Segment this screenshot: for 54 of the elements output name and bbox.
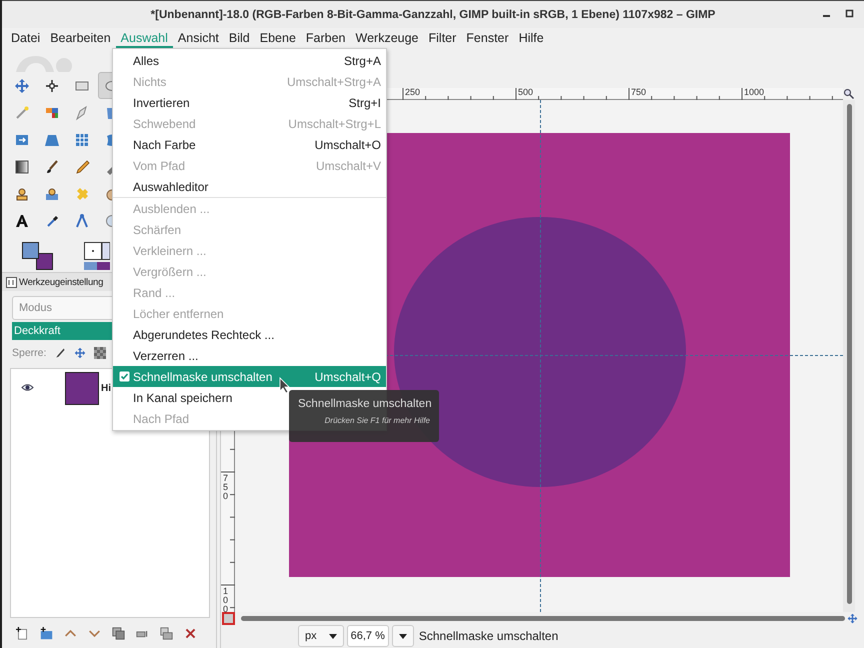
- ruler-label: 750: [223, 474, 230, 501]
- caret-icon: [328, 634, 337, 638]
- cursor-icon: [279, 377, 291, 394]
- window-title: *[Unbenannt]-18.0 (RGB-Farben 8-Bit-Gamma-Ganzzahl, GIMP built-in sRGB, 1 Ebene) 1107x982 – GIMP: [150, 8, 716, 20]
- status-message: Schnellmaske umschalten: [418, 629, 558, 643]
- vertical-scrollbar[interactable]: [843, 100, 855, 612]
- zoom-dropdown[interactable]: [392, 625, 414, 647]
- zoom-field[interactable]: 66,7 %: [346, 625, 389, 647]
- horizontal-scrollbar[interactable]: [241, 616, 845, 620]
- brush-icon[interactable]: [54, 347, 66, 359]
- tool-options-icon: [6, 276, 17, 288]
- menu-item[interactable]: Verzerren ...: [113, 345, 386, 366]
- menu-item[interactable]: Filter: [424, 28, 462, 48]
- color-swatches[interactable]: [22, 242, 54, 270]
- ruler-label: 750: [631, 87, 646, 97]
- ruler-label: 250: [405, 87, 420, 97]
- ruler-label: 1000: [744, 87, 764, 97]
- quick-mask-toggle[interactable]: [222, 612, 235, 624]
- brush-pattern-drawing: [84, 242, 110, 270]
- menu-item[interactable]: Hilfe: [514, 28, 549, 48]
- duplicate-icon[interactable]: [112, 626, 125, 640]
- menu-item[interactable]: Werkzeuge: [350, 28, 424, 48]
- eye-icon[interactable]: [21, 383, 34, 392]
- zoom-icon[interactable]: [843, 88, 855, 100]
- delete-icon[interactable]: [184, 626, 197, 640]
- navigate-icon[interactable]: [847, 612, 858, 624]
- menu-item[interactable]: Ebene: [254, 28, 301, 48]
- panel-tab[interactable]: Werkzeugeinstellung: [19, 276, 104, 288]
- menu-item[interactable]: Farben: [300, 28, 351, 48]
- layer-thumbnail: [65, 372, 99, 404]
- menu-item[interactable]: Datei: [6, 28, 46, 48]
- merge-icon[interactable]: [160, 626, 173, 640]
- menu-item[interactable]: Ansicht: [172, 28, 224, 48]
- unit-dropdown[interactable]: px: [298, 625, 344, 647]
- menu-item[interactable]: Bearbeiten: [45, 28, 116, 48]
- tooltip-title: Schnellmaske umschalten: [298, 398, 432, 410]
- menu-item[interactable]: Invertieren Strg+I: [113, 92, 386, 113]
- menu-item[interactable]: Auswahleditor: [113, 176, 386, 197]
- new-layer-icon[interactable]: [16, 626, 29, 640]
- move-icon[interactable]: [74, 347, 86, 359]
- checkerboard-icon[interactable]: [94, 347, 106, 359]
- menu-item[interactable]: Bild: [224, 28, 255, 48]
- ruler-label: 500: [518, 87, 534, 97]
- caret-icon: [398, 634, 407, 638]
- maximize-icon[interactable]: [845, 9, 854, 18]
- layer-name[interactable]: Hi: [101, 382, 111, 394]
- menu-item[interactable]: Nach Farbe Umschalt+O: [113, 134, 386, 155]
- menu-item[interactable]: Alles Strg+A: [113, 50, 386, 71]
- menu-item[interactable]: Schnellmaske umschalten Umschalt+Q: [113, 366, 386, 387]
- ruler-label: 100: [223, 587, 230, 614]
- tooltip-hint: Drücken Sie F1 für mehr Hilfe: [324, 416, 430, 425]
- lock-label: Sperre:: [12, 347, 46, 359]
- folder-icon[interactable]: [40, 626, 53, 640]
- menu-item[interactable]: Fenster: [461, 28, 514, 48]
